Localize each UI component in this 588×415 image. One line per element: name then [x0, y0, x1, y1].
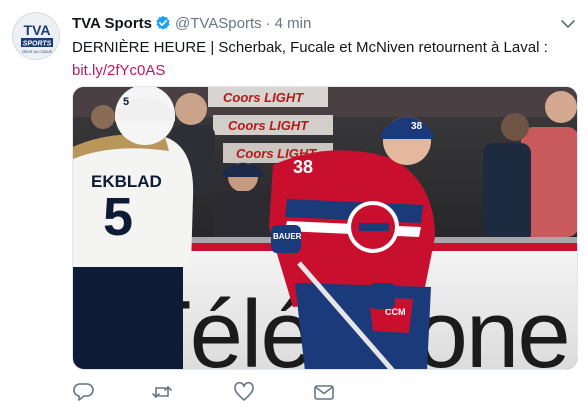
verified-badge-icon [155, 15, 171, 37]
player-right-number: 38 [293, 157, 313, 177]
tweet-photo[interactable]: Coors LIGHT Coors LIGHT Coors LIGHT Télé… [72, 86, 578, 370]
tweet: TVA SPORTS DROIT AU COEUR TVA Sports @TVA… [0, 0, 588, 415]
separator-dot: · [265, 15, 271, 32]
glove-brand: BAUER [273, 232, 302, 241]
logo-text-tagline: DROIT AU COEUR [22, 50, 53, 54]
tva-sports-logo: TVA SPORTS DROIT AU COEUR [14, 14, 59, 59]
retweet-icon[interactable] [150, 380, 174, 404]
message-icon[interactable] [312, 380, 336, 404]
ad-banner-1: Coors LIGHT [223, 90, 304, 105]
logo-text-tva: TVA [24, 22, 51, 38]
tweet-link[interactable]: bit.ly/2fYc0AS [72, 61, 572, 81]
author-name[interactable]: TVA Sports [72, 15, 152, 32]
player-left-helmet-number: 5 [123, 96, 129, 108]
player-left-number: 5 [103, 187, 133, 247]
like-icon[interactable] [232, 380, 256, 404]
avatar[interactable]: TVA SPORTS DROIT AU COEUR [12, 12, 60, 60]
ad-banner-2: Coors LIGHT [228, 118, 309, 133]
tweet-timestamp[interactable]: 4 min [275, 15, 312, 32]
tweet-header: TVA Sports @TVASports · 4 min [72, 14, 311, 37]
reply-icon[interactable] [72, 380, 96, 404]
tweet-body: DERNIÈRE HEURE | Scherbak, Fucale et McN… [72, 38, 572, 81]
tweet-text: DERNIÈRE HEURE | Scherbak, Fucale et McN… [72, 39, 548, 56]
hockey-photo: Coors LIGHT Coors LIGHT Coors LIGHT Télé… [73, 87, 577, 369]
chevron-down-icon[interactable] [559, 17, 577, 31]
author-handle[interactable]: @TVASports [175, 15, 262, 32]
player-right-helmet-number: 38 [411, 121, 423, 132]
logo-text-sports: SPORTS [23, 41, 52, 48]
